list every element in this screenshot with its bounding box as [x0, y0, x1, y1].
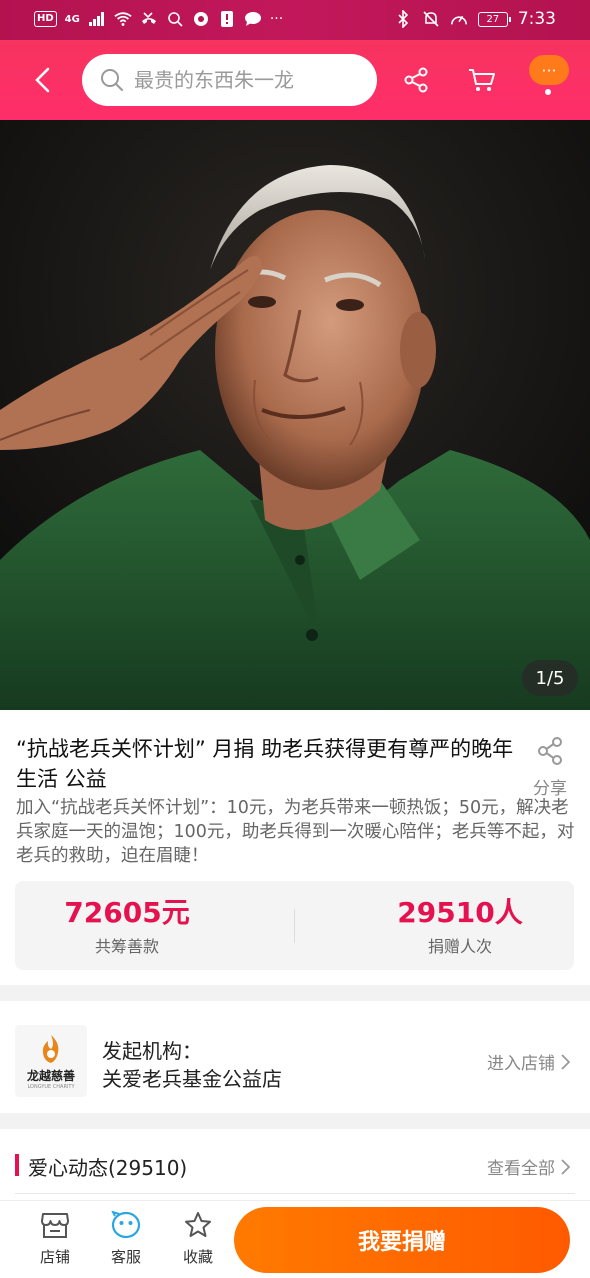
- customer-service-tab[interactable]: 客服: [96, 1210, 156, 1267]
- chevron-right-icon: [561, 1158, 570, 1175]
- wifi-icon: [114, 10, 132, 28]
- more-menu-button[interactable]: ···: [529, 55, 569, 85]
- share-icon: [404, 67, 428, 93]
- search-bar[interactable]: [82, 54, 377, 106]
- product-description: 加入“抗战老兵关怀计划”：10元，为老兵带来一顿热饭；50元，解决老兵家庭一天的…: [16, 798, 575, 866]
- message-notify-icon: [244, 10, 262, 28]
- product-info: “抗战老兵关怀计划” 月捐 助老兵获得更有尊严的晚年生活 公益 分享 加入“抗战…: [0, 710, 590, 985]
- donation-stats: 72605元 共筹善款 29510人 捐赠人次: [15, 881, 574, 970]
- star-icon: [185, 1212, 211, 1237]
- enter-shop-link[interactable]: 进入店铺: [487, 1049, 570, 1074]
- donate-button[interactable]: 我要捐赠: [234, 1207, 570, 1273]
- love-updates-section: 爱心动态(29510) 查看全部: [0, 1129, 590, 1201]
- enter-shop-label: 进入店铺: [487, 1054, 555, 1074]
- share-button[interactable]: 分享: [530, 736, 570, 799]
- donors-stat: 29510人 捐赠人次: [350, 895, 570, 957]
- section-gap: [0, 985, 590, 1001]
- missed-call-icon: [140, 10, 158, 28]
- logo-brand-text: 龙越慈善: [26, 1068, 75, 1083]
- raised-stat: 72605元 共筹善款: [17, 895, 237, 957]
- customer-service-icon: [111, 1210, 141, 1239]
- organizer-logo: 龙越慈善 LONGYUE CHARITY: [15, 1025, 87, 1097]
- cart-icon: [469, 69, 495, 91]
- taobao-notify-icon: [192, 10, 210, 28]
- shop-tab[interactable]: 店铺: [25, 1211, 85, 1267]
- clock: 7:33: [517, 9, 556, 29]
- raised-amount: 72605元: [64, 896, 190, 929]
- back-arrow-icon: [35, 67, 50, 93]
- status-bar: HD 4G ··· 27 7:33: [0, 0, 590, 40]
- view-all-link[interactable]: 查看全部: [487, 1154, 570, 1179]
- donors-count: 29510人: [397, 896, 523, 929]
- favorite-tab[interactable]: 收藏: [168, 1211, 228, 1267]
- top-navigation: ···: [0, 40, 590, 120]
- speed-gauge-icon: [450, 10, 468, 28]
- love-updates-title: 爱心动态(29510): [28, 1156, 188, 1180]
- donors-label: 捐赠人次: [427, 937, 492, 956]
- battery-indicator: 27: [477, 11, 511, 27]
- search-icon: [101, 69, 123, 91]
- shop-icon: [41, 1213, 69, 1238]
- cart-button[interactable]: [462, 60, 502, 100]
- logo-sub-text: LONGYUE CHARITY: [27, 1083, 75, 1090]
- raised-label: 共筹善款: [94, 937, 159, 956]
- favorite-label: 收藏: [182, 1248, 213, 1266]
- alert-notify-icon: [218, 10, 236, 28]
- organizer-name: 关爱老兵基金公益店: [102, 1067, 282, 1091]
- stats-divider: [294, 909, 295, 943]
- shop-tab-label: 店铺: [39, 1248, 70, 1266]
- image-page-counter: 1/5: [522, 660, 578, 696]
- section-divider: [15, 1193, 575, 1194]
- product-title: “抗战老兵关怀计划” 月捐 助老兵获得更有尊严的晚年生活 公益: [16, 737, 514, 791]
- organizer-label: 发起机构：: [102, 1039, 202, 1063]
- bottom-action-bar: 店铺 客服 收藏 我要捐赠: [0, 1200, 590, 1278]
- section-accent-bar: [15, 1154, 19, 1176]
- more-notify-icon: ···: [269, 11, 284, 27]
- hd-badge: HD: [34, 11, 57, 27]
- section-gap: [0, 1113, 590, 1129]
- customer-service-label: 客服: [110, 1248, 141, 1266]
- chevron-right-icon: [561, 1053, 570, 1070]
- view-all-label: 查看全部: [487, 1159, 555, 1179]
- mute-bell-icon: [422, 10, 440, 28]
- network-label: 4G: [64, 13, 80, 25]
- notification-dot: [545, 89, 551, 95]
- veteran-photo: [0, 120, 590, 710]
- share-nav-button[interactable]: [396, 60, 436, 100]
- bluetooth-icon: [394, 10, 412, 28]
- back-button[interactable]: [22, 60, 62, 100]
- share-icon: [538, 737, 562, 765]
- product-image-carousel[interactable]: 1/5: [0, 120, 590, 710]
- search-input[interactable]: [134, 68, 354, 92]
- signal-icon: [88, 10, 106, 28]
- flame-logo-icon: [42, 1034, 59, 1063]
- organizer-row[interactable]: 龙越慈善 LONGYUE CHARITY 发起机构： 关爱老兵基金公益店 进入店…: [0, 1001, 590, 1113]
- search-notify-icon: [166, 10, 184, 28]
